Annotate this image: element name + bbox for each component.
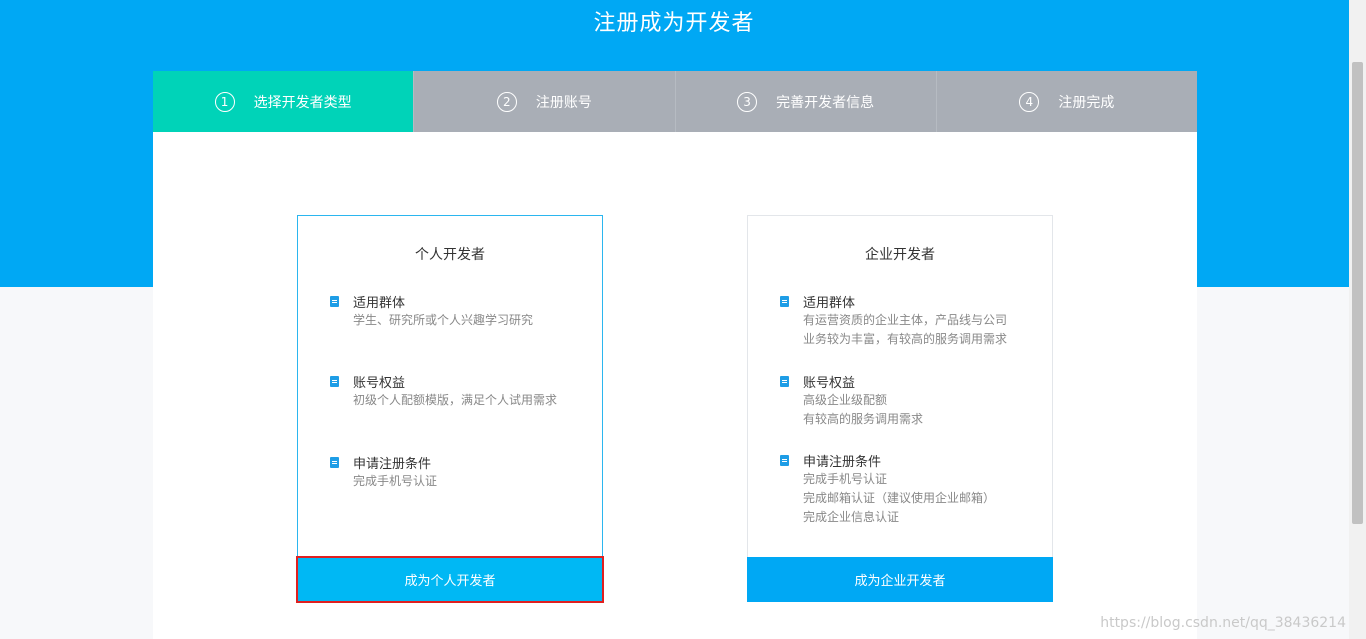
conditions-section: 申请注册条件 完成手机号认证 完成邮箱认证（建议使用企业邮箱） 完成企业信息认证 xyxy=(780,451,995,527)
section-heading: 适用群体 xyxy=(353,296,406,311)
audience-section: 适用群体 学生、研究所或个人兴趣学习研究 xyxy=(330,292,533,330)
step-label: 选择开发者类型 xyxy=(253,94,352,111)
section-heading: 适用群体 xyxy=(803,296,856,311)
rights-section: 账号权益 初级个人配额模版，满足个人试用需求 xyxy=(330,372,557,410)
personal-developer-card[interactable]: 个人开发者 适用群体 学生、研究所或个人兴趣学习研究 账号权益 初级个人配额模版… xyxy=(296,215,604,603)
document-icon xyxy=(780,455,789,466)
step-number-3: 3 xyxy=(737,91,758,112)
step-label: 完善开发者信息 xyxy=(776,94,875,111)
step-label: 注册完成 xyxy=(1058,94,1115,111)
step-bar: 1 选择开发者类型 2 注册账号 3 完善开发者信息 4 注册完成 xyxy=(153,71,1197,132)
watermark: https://blog.csdn.net/qq_38436214 xyxy=(1100,615,1346,631)
step-label: 注册账号 xyxy=(535,94,592,111)
section-text: 高级企业级配额 xyxy=(803,393,888,407)
section-text: 完成邮箱认证（建议使用企业邮箱） xyxy=(803,491,996,505)
section-heading: 申请注册条件 xyxy=(353,457,432,472)
page-title: 注册成为开发者 xyxy=(593,11,755,36)
step-number-2: 2 xyxy=(496,91,517,112)
document-icon xyxy=(330,457,339,468)
section-text: 业务较为丰富，有较高的服务调用需求 xyxy=(803,332,1008,346)
document-icon xyxy=(330,296,339,307)
rights-section: 账号权益 高级企业级配额 有较高的服务调用需求 xyxy=(780,372,923,429)
become-personal-developer-button[interactable]: 成为个人开发者 xyxy=(296,556,604,603)
section-text: 初级个人配额模版，满足个人试用需求 xyxy=(353,393,558,407)
step-select-type[interactable]: 1 选择开发者类型 xyxy=(153,71,414,132)
section-heading: 申请注册条件 xyxy=(803,455,882,470)
section-heading: 账号权益 xyxy=(803,376,856,391)
vertical-scrollbar[interactable] xyxy=(1349,0,1366,639)
section-text: 有运营资质的企业主体，产品线与公司 xyxy=(803,313,1008,327)
conditions-section: 申请注册条件 完成手机号认证 xyxy=(330,453,437,491)
step-number-4: 4 xyxy=(1019,91,1040,112)
step-finish[interactable]: 4 注册完成 xyxy=(935,71,1197,132)
step-complete-info[interactable]: 3 完善开发者信息 xyxy=(674,71,936,132)
step-number-1: 1 xyxy=(214,91,235,112)
section-text: 完成手机号认证 xyxy=(353,474,438,488)
document-icon xyxy=(780,296,789,307)
scrollbar-thumb[interactable] xyxy=(1352,62,1363,524)
audience-section: 适用群体 有运营资质的企业主体，产品线与公司 业务较为丰富，有较高的服务调用需求 xyxy=(780,292,1007,349)
card-title: 个人开发者 xyxy=(415,247,485,263)
section-text: 完成手机号认证 xyxy=(803,472,888,486)
document-icon xyxy=(330,376,339,387)
registration-panel: 1 选择开发者类型 2 注册账号 3 完善开发者信息 4 注册完成 个人开发者 … xyxy=(153,71,1197,639)
document-icon xyxy=(780,376,789,387)
section-text: 学生、研究所或个人兴趣学习研究 xyxy=(353,313,534,327)
section-heading: 账号权益 xyxy=(353,376,406,391)
step-register-account[interactable]: 2 注册账号 xyxy=(413,71,675,132)
section-text: 完成企业信息认证 xyxy=(803,510,900,524)
enterprise-developer-card[interactable]: 企业开发者 适用群体 有运营资质的企业主体，产品线与公司 业务较为丰富，有较高的… xyxy=(747,215,1053,602)
become-enterprise-developer-button[interactable]: 成为企业开发者 xyxy=(747,557,1053,602)
section-text: 有较高的服务调用需求 xyxy=(803,412,924,426)
card-title: 企业开发者 xyxy=(865,247,935,263)
